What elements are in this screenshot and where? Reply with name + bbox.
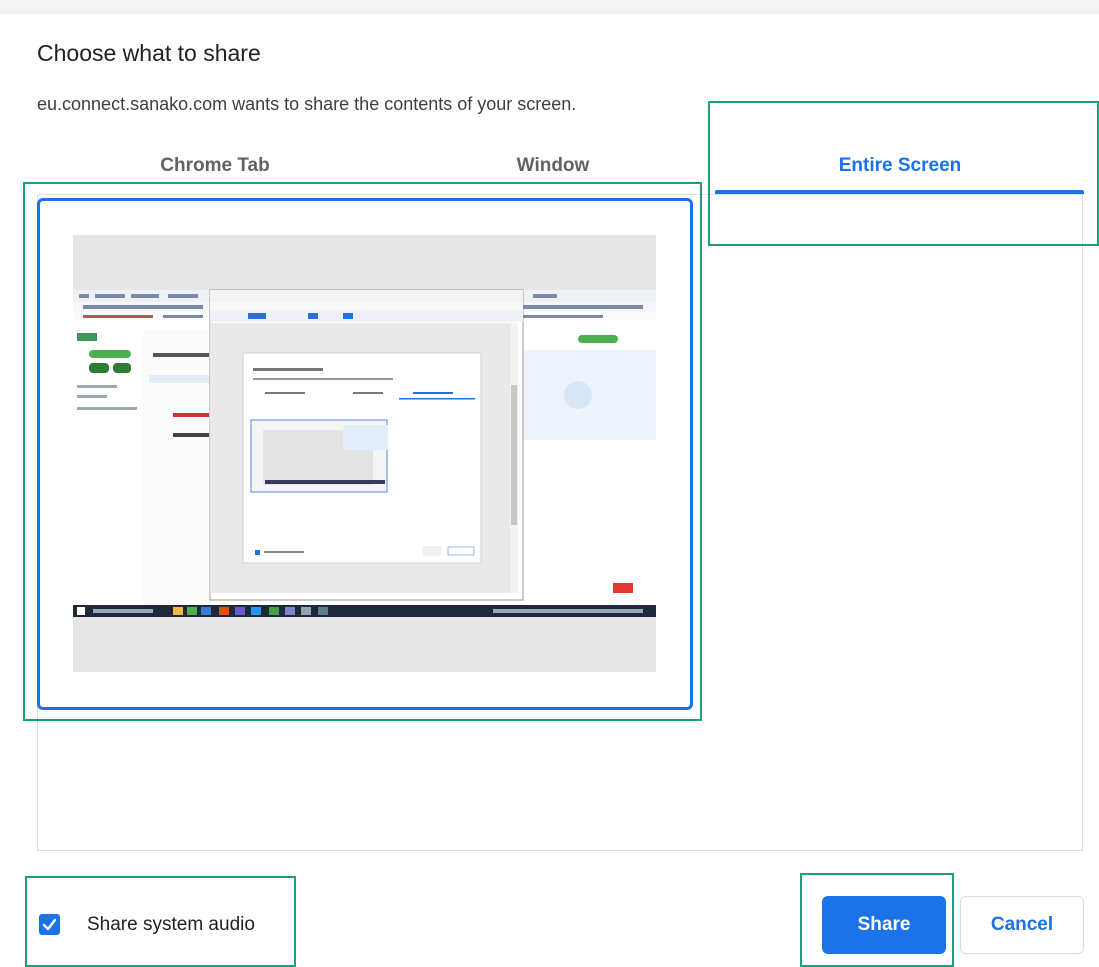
checkmark-icon (42, 918, 57, 931)
share-button[interactable]: Share (822, 896, 946, 954)
tab-window[interactable]: Window (453, 155, 653, 177)
tab-chrome-tab[interactable]: Chrome Tab (115, 155, 315, 177)
screen-thumbnail (73, 235, 656, 672)
cancel-button[interactable]: Cancel (960, 896, 1084, 954)
top-band (0, 0, 1099, 14)
share-audio-label: Share system audio (87, 914, 255, 935)
dialog-title: Choose what to share (37, 40, 261, 66)
share-audio-checkbox[interactable] (39, 914, 60, 935)
dialog-subtitle: eu.connect.sanako.com wants to share the… (37, 94, 577, 114)
tab-entire-screen[interactable]: Entire Screen (800, 155, 1000, 177)
screen-thumbnail-image (73, 235, 656, 672)
